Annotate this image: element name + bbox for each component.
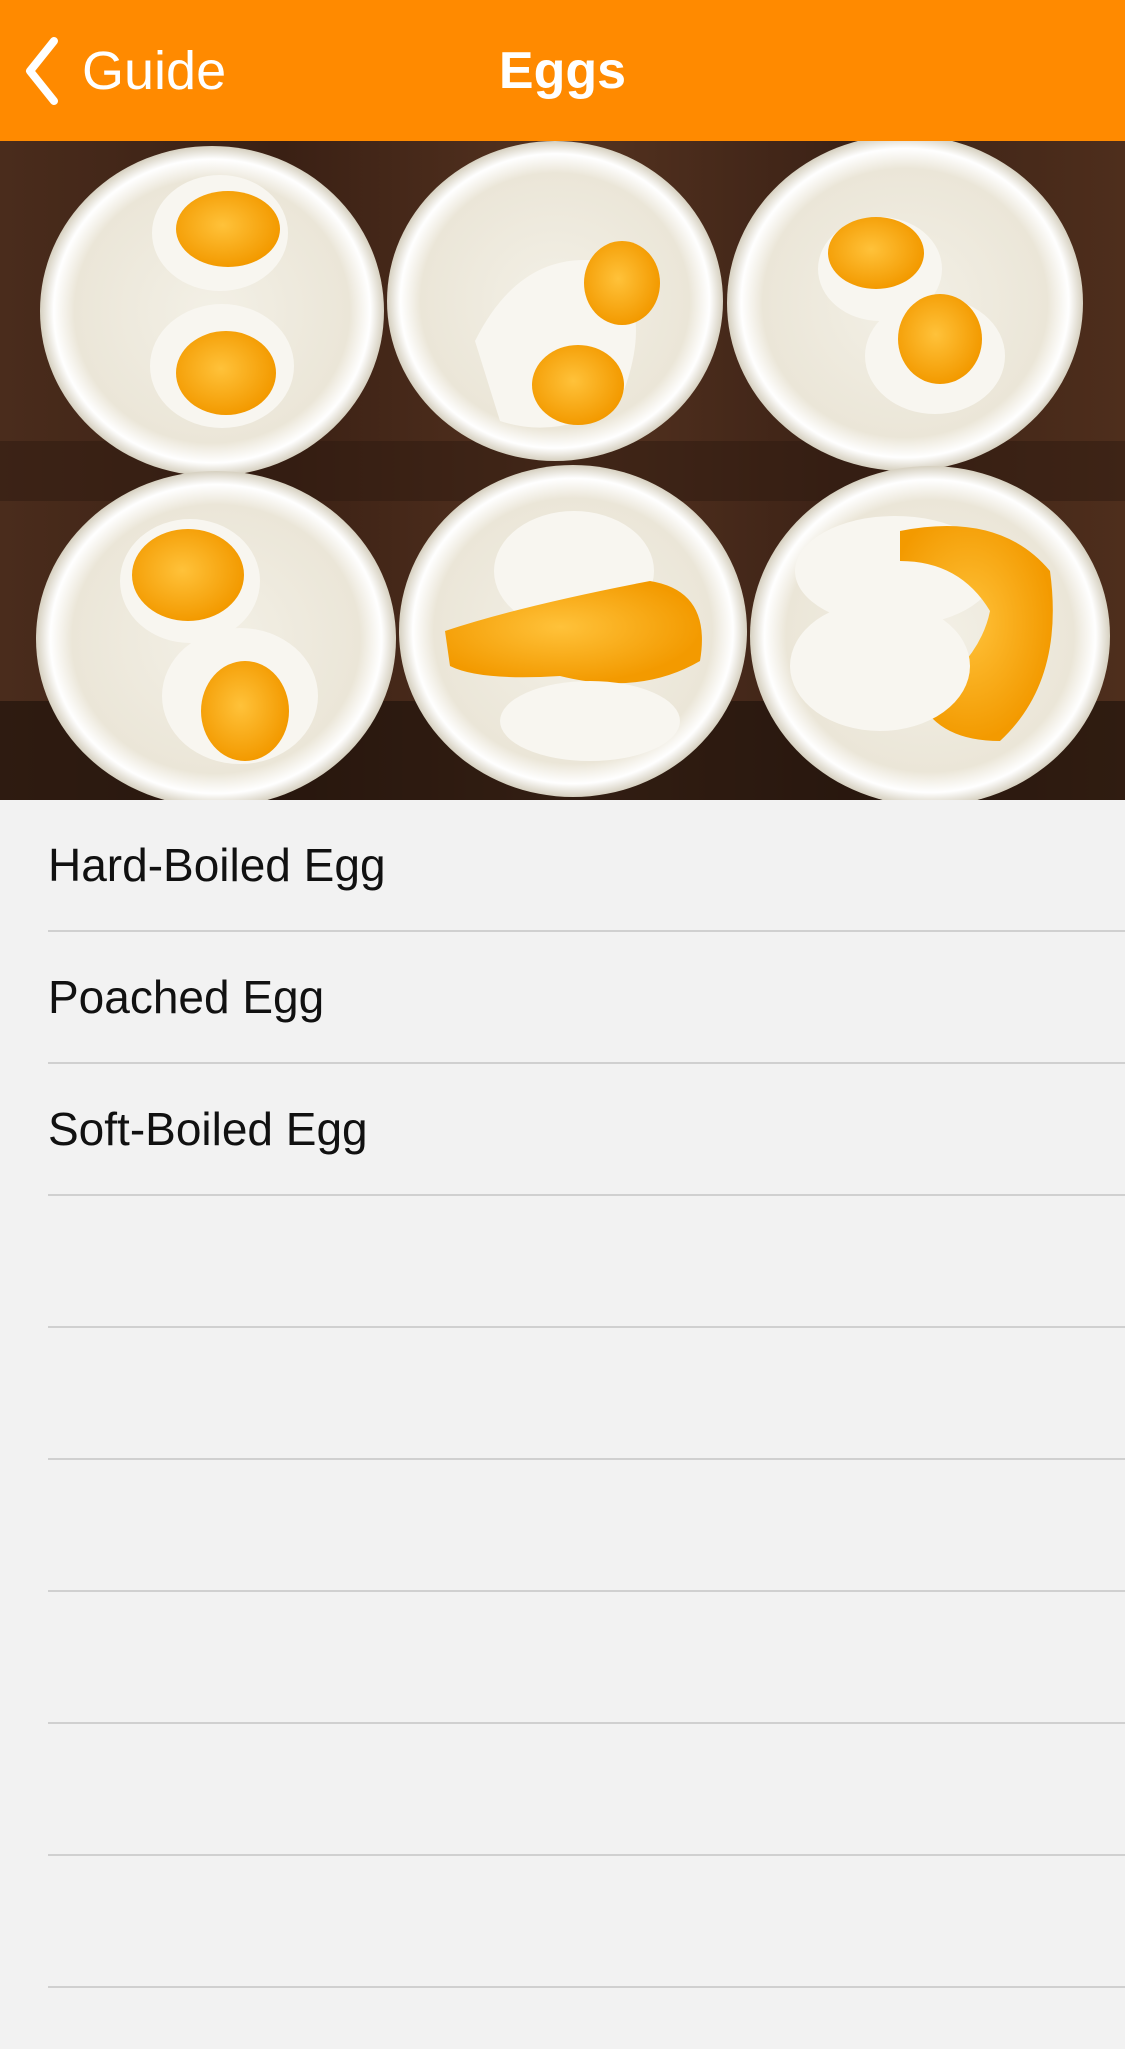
list-item-label: Soft-Boiled Egg: [48, 1103, 368, 1155]
list-item-empty: [0, 1460, 1125, 1592]
navigation-bar: Guide Eggs: [0, 0, 1125, 141]
list-item-poached-egg[interactable]: Poached Egg: [0, 932, 1125, 1064]
page-title: Eggs: [498, 42, 627, 100]
list-item-empty: [0, 1856, 1125, 1988]
list-item-empty: [0, 1724, 1125, 1856]
egg-type-list: Hard-Boiled Egg Poached Egg Soft-Boiled …: [0, 800, 1125, 1988]
list-item-empty: [0, 1592, 1125, 1724]
list-item-label: Hard-Boiled Egg: [48, 839, 386, 891]
list-item-label: Poached Egg: [48, 971, 325, 1023]
list-item-empty: [0, 1196, 1125, 1328]
egg-bowls-photo: [0, 141, 1125, 800]
list-item-soft-boiled-egg[interactable]: Soft-Boiled Egg: [0, 1064, 1125, 1196]
list-item-empty: [0, 1328, 1125, 1460]
list-item-hard-boiled-egg[interactable]: Hard-Boiled Egg: [0, 800, 1125, 932]
